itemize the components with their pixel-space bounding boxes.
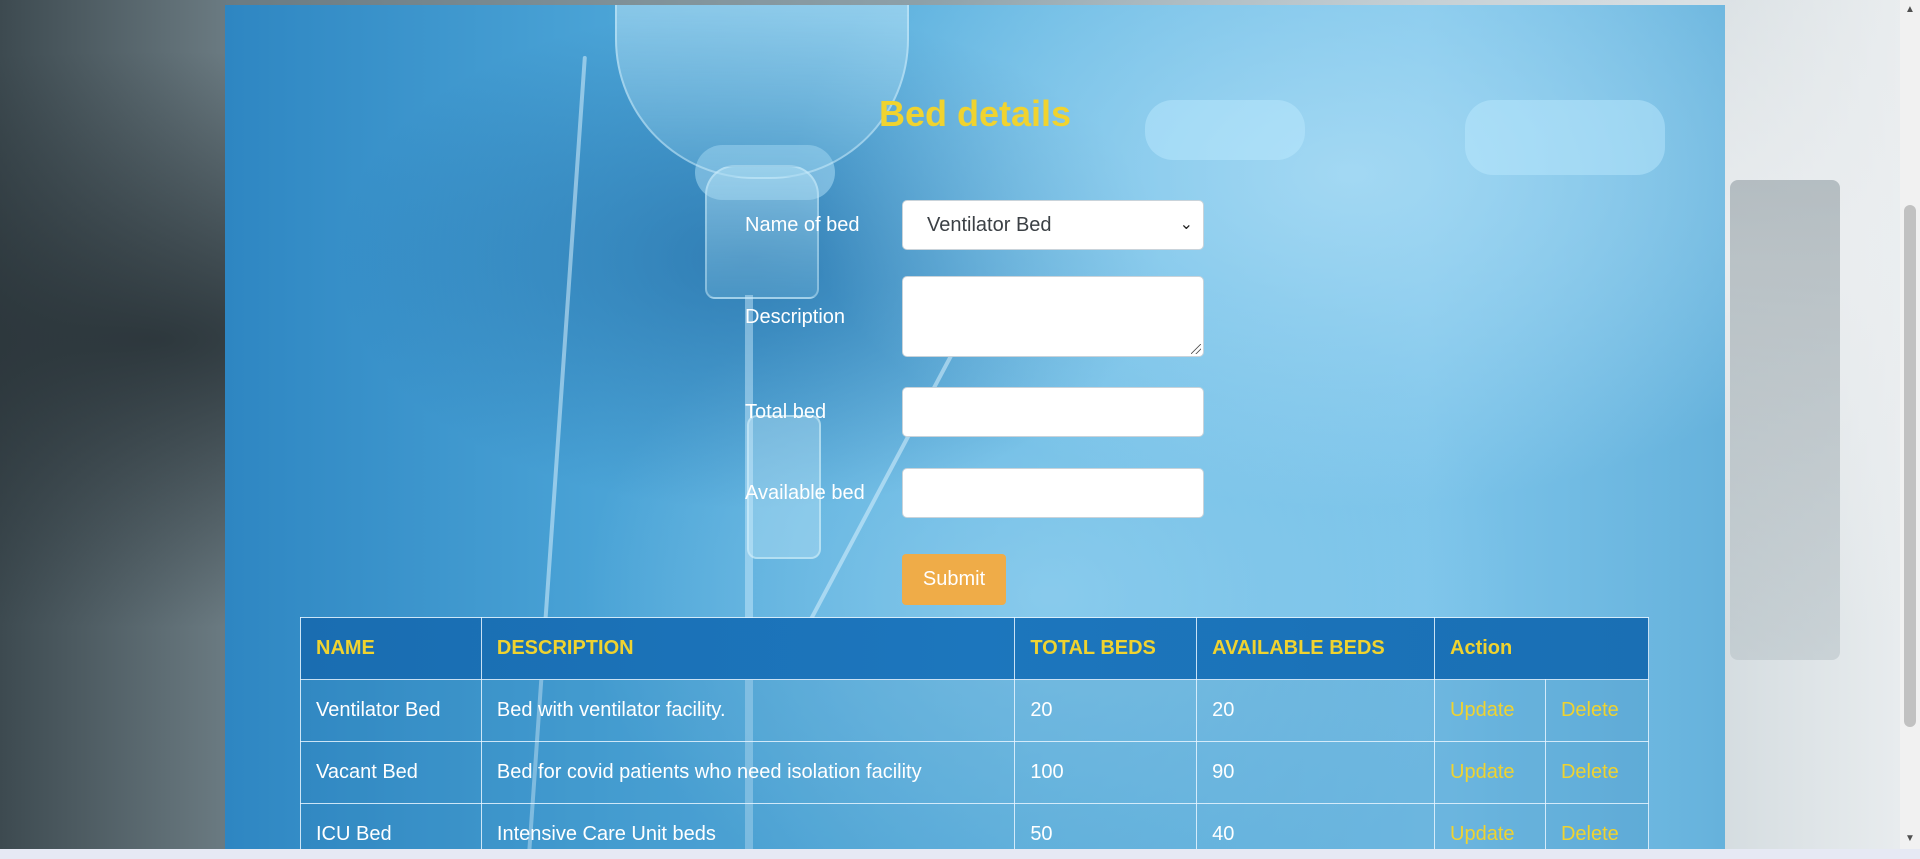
update-link[interactable]: Update bbox=[1434, 679, 1546, 742]
table-row: Ventilator Bed Bed with ventilator facil… bbox=[300, 679, 1650, 742]
total-bed-input[interactable] bbox=[902, 387, 1204, 437]
cell-total: 100 bbox=[1014, 741, 1198, 804]
column-header-total-beds: TOTAL BEDS bbox=[1014, 617, 1198, 680]
available-bed-input[interactable] bbox=[902, 468, 1204, 518]
vertical-scrollbar[interactable]: ▲ ▼ bbox=[1900, 0, 1920, 849]
bed-name-selected-value: Ventilator Bed bbox=[927, 214, 1052, 236]
column-header-available-beds: AVAILABLE BEDS bbox=[1196, 617, 1436, 680]
cell-name: Ventilator Bed bbox=[300, 679, 482, 742]
update-link[interactable]: Update bbox=[1434, 741, 1546, 804]
chevron-down-icon: ⌄ bbox=[1179, 216, 1193, 233]
table-row: ICU Bed Intensive Care Unit beds 50 40 U… bbox=[300, 803, 1650, 849]
arrow-up-icon[interactable]: ▲ bbox=[1900, 2, 1920, 18]
cell-description: Intensive Care Unit beds bbox=[480, 803, 1016, 849]
column-header-description: DESCRIPTION bbox=[480, 617, 1016, 680]
submit-button[interactable]: Submit bbox=[902, 554, 1006, 605]
column-header-name: NAME bbox=[300, 617, 482, 680]
delete-link[interactable]: Delete bbox=[1544, 679, 1650, 742]
update-link[interactable]: Update bbox=[1434, 803, 1546, 849]
table-header-row: NAME DESCRIPTION TOTAL BEDS AVAILABLE BE… bbox=[300, 617, 1649, 680]
total-bed-label: Total bed bbox=[745, 401, 827, 423]
cell-description: Bed with ventilator facility. bbox=[480, 679, 1016, 742]
delete-link[interactable]: Delete bbox=[1544, 741, 1650, 804]
scrollbar-thumb[interactable] bbox=[1904, 205, 1916, 727]
cell-available: 90 bbox=[1196, 741, 1436, 804]
cell-name: Vacant Bed bbox=[300, 741, 482, 804]
cell-total: 20 bbox=[1014, 679, 1198, 742]
name-of-bed-label: Name of bed bbox=[745, 214, 860, 236]
description-label: Description bbox=[745, 306, 846, 328]
bed-name-select[interactable]: Ventilator Bed ⌄ bbox=[902, 200, 1204, 250]
description-textarea[interactable] bbox=[902, 276, 1204, 357]
beds-table: NAME DESCRIPTION TOTAL BEDS AVAILABLE BE… bbox=[300, 617, 1650, 849]
content-panel: Bed details Name of bed Ventilator Bed ⌄… bbox=[225, 5, 1725, 849]
table-row: Vacant Bed Bed for covid patients who ne… bbox=[300, 741, 1650, 804]
cell-available: 20 bbox=[1196, 679, 1436, 742]
page-title: Bed details bbox=[878, 93, 1072, 134]
iv-bag-illustration bbox=[615, 5, 909, 179]
cell-name: ICU Bed bbox=[300, 803, 482, 849]
resize-grip-icon[interactable] bbox=[1191, 344, 1201, 354]
column-header-action: Action bbox=[1434, 617, 1649, 680]
delete-link[interactable]: Delete bbox=[1544, 803, 1650, 849]
arrow-down-icon[interactable]: ▼ bbox=[1900, 831, 1920, 847]
bottom-bar bbox=[0, 849, 1920, 859]
available-bed-label: Available bed bbox=[745, 482, 865, 504]
cell-description: Bed for covid patients who need isolatio… bbox=[480, 741, 1016, 804]
cell-available: 40 bbox=[1196, 803, 1436, 849]
cell-total: 50 bbox=[1014, 803, 1198, 849]
